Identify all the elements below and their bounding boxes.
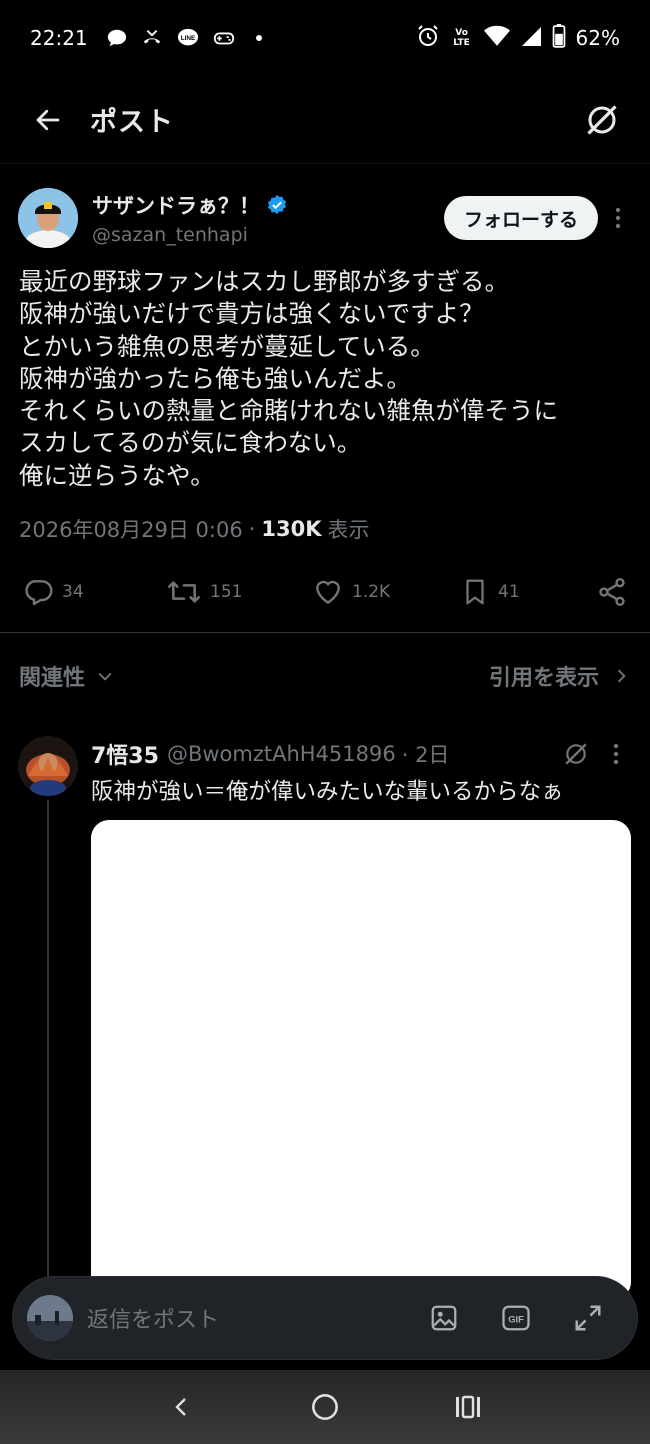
nav-home-icon xyxy=(312,1394,338,1420)
reply-composer[interactable]: 返信をポスト GIF xyxy=(12,1276,638,1360)
notification-icons: LINE xyxy=(106,27,262,49)
bookmark-icon xyxy=(466,579,484,605)
sort-relevance-dropdown[interactable]: 関連性 xyxy=(19,660,115,692)
chat-bubble-icon xyxy=(106,27,128,49)
wifi-icon xyxy=(483,25,510,52)
author-handle[interactable]: @sazan_tenhapi xyxy=(92,224,288,246)
author-avatar[interactable] xyxy=(18,188,78,248)
reply-grok-button[interactable] xyxy=(561,739,591,769)
gamepad-icon xyxy=(212,27,236,49)
reply-text: 阪神が強い＝俺が偉いみたいな輩いるからなぁ xyxy=(91,779,564,805)
current-user-avatar xyxy=(27,1295,73,1341)
view-quotes-label: 引用を表示 xyxy=(488,666,599,691)
grok-icon xyxy=(565,743,587,765)
line-app-icon: LINE xyxy=(176,27,200,49)
views-label: 表示 xyxy=(327,518,370,542)
reply-input-placeholder[interactable]: 返信をポスト xyxy=(87,1302,219,1334)
add-gif-button[interactable]: GIF xyxy=(495,1297,537,1339)
reply-button[interactable]: 34 xyxy=(22,576,84,608)
post-author: サザンドラぁ？！ @sazan_tenhapi フォローする xyxy=(18,186,632,250)
reply-count: 34 xyxy=(62,582,84,602)
android-navigation-bar xyxy=(0,1370,650,1444)
view-quotes-link[interactable]: 引用を表示 xyxy=(489,660,631,692)
volte-label: Vo LTE xyxy=(453,28,470,48)
chevron-down-icon xyxy=(98,672,112,681)
share-button[interactable] xyxy=(596,576,628,608)
reply-handle[interactable]: @BwomztAhH451896 xyxy=(167,742,396,766)
sort-label: 関連性 xyxy=(19,666,86,691)
nav-recents-icon xyxy=(456,1395,481,1419)
post-text-line: 俺に逆らうなや。 xyxy=(19,460,215,490)
grok-icon xyxy=(587,104,617,135)
chevron-right-icon xyxy=(617,669,626,683)
reply-display-name[interactable]: 7悟35 xyxy=(91,738,159,770)
expand-composer-button[interactable] xyxy=(567,1297,609,1339)
views-count[interactable]: 130K xyxy=(261,517,321,541)
post-text-line: 阪神が強かったら俺も強いんだよ。 xyxy=(19,363,411,393)
post-more-button[interactable] xyxy=(604,196,632,240)
reply-time: · 2日 xyxy=(401,743,450,767)
expand-icon xyxy=(575,1305,601,1331)
repost-button[interactable]: 151 xyxy=(166,576,242,608)
gif-icon: GIF xyxy=(502,1305,530,1331)
post-meta: 2026年08月29日 0:06 · 130K 表示 xyxy=(19,514,370,544)
post-text-line: 最近の野球ファンはスカし野郎が多すぎる。 xyxy=(19,267,509,296)
repost-icon xyxy=(168,581,200,603)
follow-button[interactable]: フォローする xyxy=(443,196,598,240)
grok-button[interactable] xyxy=(576,94,628,146)
reply-sort-bar: 関連性 引用を表示 xyxy=(19,656,631,696)
image-icon xyxy=(431,1305,457,1331)
post-text: 最近の野球ファンはスカし野郎が多すぎる。 阪神が強いだけで貴方は強くないですよ？… xyxy=(19,266,634,492)
separator-dot: · xyxy=(248,517,256,541)
add-image-button[interactable] xyxy=(423,1297,465,1339)
nav-home-button[interactable] xyxy=(295,1377,355,1437)
like-count: 1.2K xyxy=(352,582,391,602)
reply-media-image[interactable] xyxy=(91,820,631,1300)
more-notifications-dot-icon xyxy=(255,35,262,41)
like-button[interactable]: 1.2K xyxy=(312,576,390,608)
more-vertical-icon xyxy=(613,743,619,765)
divider xyxy=(0,632,650,633)
battery-percent: 62% xyxy=(575,26,620,50)
bookmark-count: 41 xyxy=(498,582,520,602)
page-title: ポスト xyxy=(90,107,174,138)
post-actions: 34 151 1.2K 41 xyxy=(18,570,632,614)
bookmark-button[interactable]: 41 xyxy=(460,576,520,608)
post-text-line: とかいう雑魚の思考が蔓延している。 xyxy=(19,331,435,361)
cellular-signal-icon xyxy=(520,25,542,52)
post-text-line: スカしてるのが気に食わない。 xyxy=(19,428,362,458)
thread-connector-line xyxy=(47,800,49,1280)
reply-author-avatar[interactable] xyxy=(18,736,78,796)
repost-count: 151 xyxy=(210,582,243,602)
comment-icon xyxy=(25,580,53,606)
status-bar: 22:21 LINE Vo LTE 62% xyxy=(0,0,650,76)
alarm-icon xyxy=(416,24,440,53)
gif-label: GIF xyxy=(508,1314,524,1324)
post-text-line: それくらいの熱量と命賭けれない雑魚が偉そうに xyxy=(19,396,558,426)
back-button[interactable] xyxy=(22,94,74,146)
post-timestamp[interactable]: 2026年08月29日 0:06 xyxy=(19,514,243,544)
missed-call-icon xyxy=(140,27,164,49)
arrow-left-icon xyxy=(36,109,60,130)
nav-back-button[interactable] xyxy=(152,1377,212,1437)
reply-more-button[interactable] xyxy=(601,739,631,769)
status-time: 22:21 xyxy=(30,26,88,50)
battery-icon xyxy=(552,23,566,53)
reply-header: 7悟35 @BwomztAhH451896 · 2日 xyxy=(91,736,631,772)
nav-recents-button[interactable] xyxy=(438,1377,498,1437)
nav-back-icon xyxy=(174,1398,186,1416)
more-vertical-icon xyxy=(615,207,621,229)
heart-icon xyxy=(316,580,340,604)
svg-text:LINE: LINE xyxy=(180,35,195,42)
top-app-bar: ポスト xyxy=(0,76,650,164)
share-icon xyxy=(599,578,625,606)
post-text-line: 阪神が強いだけで貴方は強くないですよ？ xyxy=(19,299,484,329)
verified-badge-icon xyxy=(267,194,287,215)
author-display-name[interactable]: サザンドラぁ？！ xyxy=(92,190,260,220)
